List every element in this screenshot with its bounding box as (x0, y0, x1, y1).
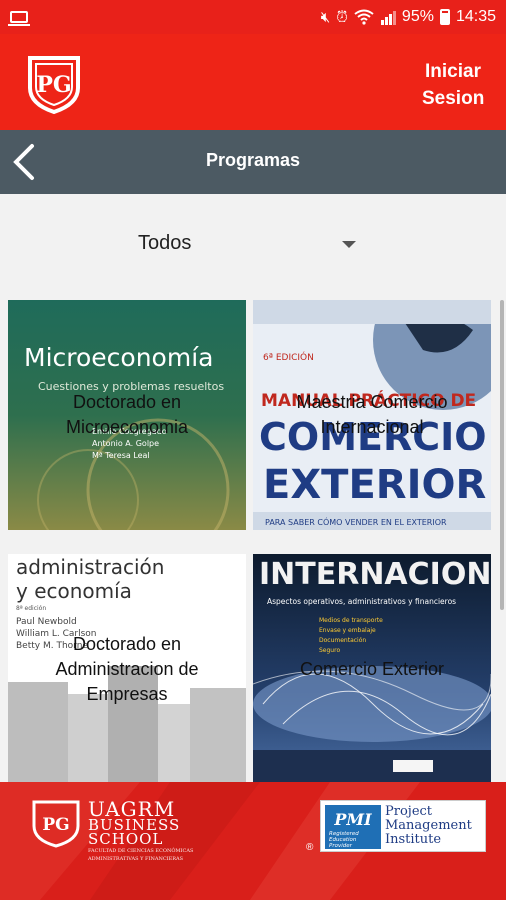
program-title: Doctorado en Microeconomia (65, 392, 189, 437)
pmi-wordmark: Project Management Institute (385, 805, 472, 847)
wifi-icon (354, 9, 374, 25)
navigation-bar: Programas (0, 130, 506, 194)
programs-grid: Microeconomía Cuestiones y problemas res… (8, 300, 498, 782)
footer-banner: PG UAGRM BUSINESS SCHOOL FACULTAD DE CIE… (0, 782, 506, 900)
svg-text:Provider: Provider (329, 843, 353, 849)
program-card[interactable]: 6ª EDICIÓN MANUAL PRÁCTICO DE COMERCIO E… (253, 300, 491, 530)
laptop-icon (8, 11, 30, 26)
svg-text:PG: PG (42, 815, 69, 835)
uagrm-logo: PG (32, 800, 80, 848)
pmi-line1: Project (385, 804, 433, 819)
pmi-badge: PMI Registered Education Provider Projec… (320, 800, 486, 852)
battery-icon (439, 9, 450, 25)
filter-bar: Todos (0, 194, 506, 294)
alarm-icon: ⏰︎ (336, 8, 348, 26)
dropdown-caret-icon (342, 241, 356, 248)
program-title: Doctorado en Administracion de Empresas (55, 633, 199, 704)
program-title: Comercio Exterior (299, 658, 445, 679)
program-title: Maestria Comercio Internacional (296, 392, 448, 437)
svg-text:PG: PG (36, 72, 71, 98)
clock: 14:35 (455, 8, 496, 25)
login-label-line1: Iniciar (425, 61, 481, 82)
login-label-line2: Sesion (422, 88, 485, 109)
school-small-2: ADMINISTRATIVAS Y FINANCIERAS (88, 856, 184, 862)
pmi-logo: PMI Registered Education Provider (325, 805, 381, 849)
program-card[interactable]: Microeconomía Cuestiones y problemas res… (8, 300, 246, 530)
program-filter-select[interactable]: Todos (110, 224, 370, 264)
filter-selected-value: Todos (138, 232, 192, 254)
battery-percent: 95% (401, 8, 434, 25)
program-card[interactable]: INTERNACIONAL Aspectos operativos, admin… (253, 554, 491, 782)
registered-mark: ® (306, 842, 314, 853)
login-button[interactable]: Iniciar Sesion (422, 58, 484, 112)
status-icons: 🔇︎ ⏰︎ 95% 14:35 (321, 8, 496, 26)
scrollbar[interactable] (500, 300, 504, 610)
pmi-line3: Institute (385, 832, 442, 847)
pg-logo: PG (28, 56, 80, 114)
school-sub2: SCHOOL (88, 830, 164, 848)
uagrm-wordmark: UAGRM BUSINESS SCHOOL FACULTAD DE CIENCI… (88, 799, 194, 862)
svg-text:PMI: PMI (333, 810, 372, 829)
school-small-1: FACULTAD DE CIENCIAS ECONÓMICAS (88, 848, 194, 854)
app-header: PG Iniciar Sesion (0, 34, 506, 130)
pmi-line2: Management (385, 818, 472, 833)
program-card[interactable]: administración y economía 8ª edición Pau… (8, 554, 246, 782)
mute-icon: 🔇︎ (320, 8, 331, 26)
page-title: Programas (205, 150, 301, 170)
signal-icon (380, 11, 396, 25)
status-bar: 🔇︎ ⏰︎ 95% 14:35 (0, 0, 506, 34)
